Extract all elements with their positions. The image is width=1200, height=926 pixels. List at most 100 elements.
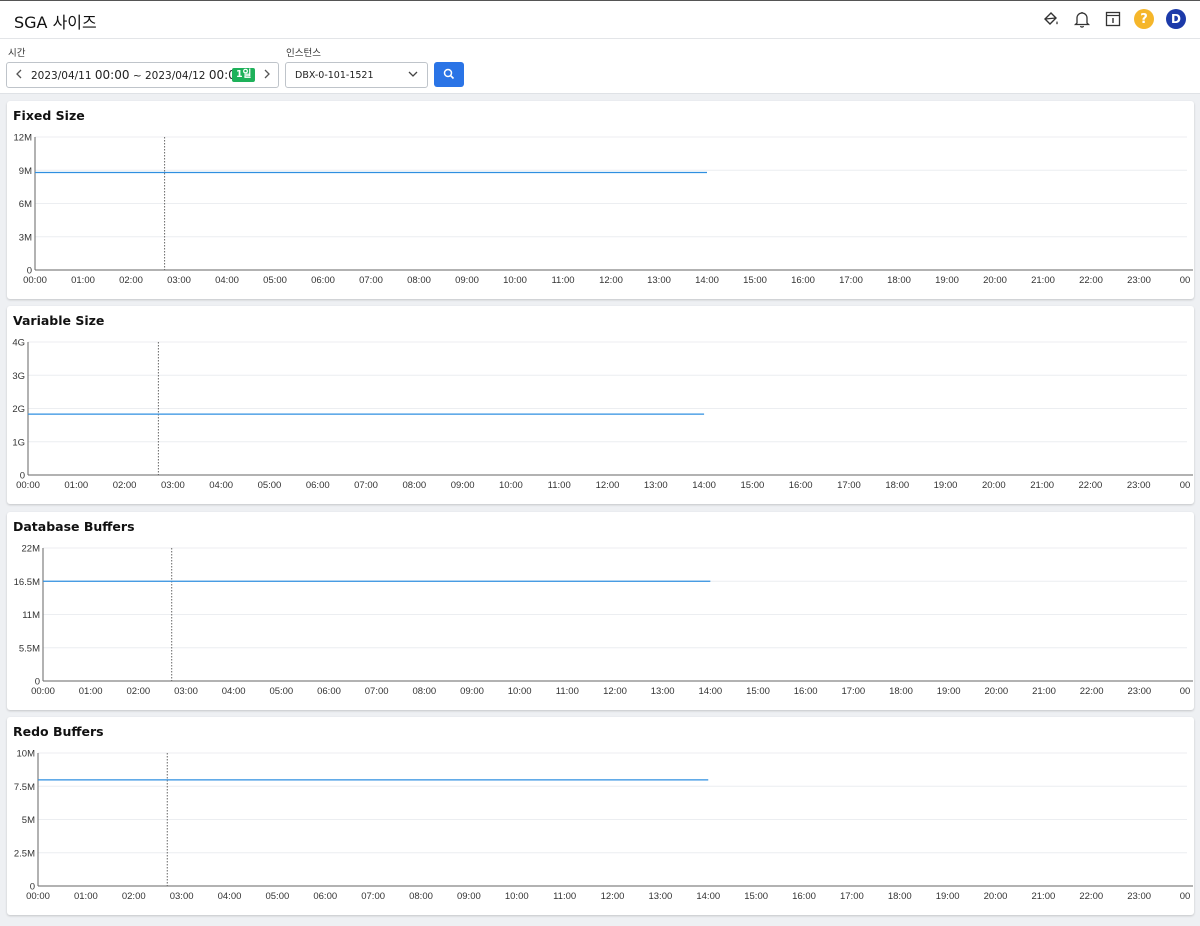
help-icon[interactable]: ? bbox=[1134, 9, 1154, 29]
x-tick-label: 18:00 bbox=[889, 686, 913, 697]
x-tick-label: 19:00 bbox=[934, 480, 958, 491]
instance-value: DBX-0-101-1521 bbox=[295, 70, 374, 81]
x-tick-label: 07:00 bbox=[365, 686, 389, 697]
x-tick-label: 00:00 bbox=[23, 275, 47, 286]
x-tick-label: 10:00 bbox=[499, 480, 523, 491]
y-tick-label: 3G bbox=[12, 371, 25, 382]
y-tick-label: 11M bbox=[22, 610, 40, 621]
x-tick-label: 16:00 bbox=[791, 275, 815, 286]
end-date: 2023/04/12 bbox=[144, 70, 206, 82]
next-range-icon[interactable] bbox=[263, 67, 271, 84]
x-tick-label: 14:00 bbox=[698, 686, 722, 697]
instance-label: 인스턴스 bbox=[286, 48, 321, 59]
x-tick-label: 09:00 bbox=[457, 891, 481, 902]
x-tick-label: 20:00 bbox=[983, 275, 1007, 286]
x-tick-label: 19:00 bbox=[936, 891, 960, 902]
x-tick-label: 16:00 bbox=[794, 686, 818, 697]
x-tick-label: 21:00 bbox=[1032, 686, 1056, 697]
chart-panel-fixed-size: Fixed Size 0 3M 6M 9M 12M 00:00 01:00 02:00 03:0… bbox=[7, 101, 1194, 299]
x-tick-label: 12:00 bbox=[599, 275, 623, 286]
x-tick-label: 11:00 bbox=[551, 275, 574, 286]
x-tick-label: 08:00 bbox=[407, 275, 431, 286]
x-tick-label: 08:00 bbox=[409, 891, 433, 902]
x-tick-label: 23:00 bbox=[1127, 686, 1151, 697]
x-tick-label: 13:00 bbox=[651, 686, 675, 697]
page-header: SGA 사이즈 ? D bbox=[0, 0, 1200, 39]
y-tick-label: 5M bbox=[22, 815, 35, 826]
filter-bar: 시간 2023/04/11 00:00 ~ 2023/04/12 00:00 1… bbox=[0, 39, 1200, 94]
x-tick-label: 01:00 bbox=[71, 275, 95, 286]
start-time[interactable]: 00:00 bbox=[95, 68, 130, 82]
info-box-icon[interactable] bbox=[1103, 9, 1123, 29]
x-tick-label: 03:00 bbox=[170, 891, 194, 902]
x-tick-label: 21:00 bbox=[1031, 891, 1055, 902]
x-tick-label: 11:00 bbox=[548, 480, 571, 491]
x-tick-label: 02:00 bbox=[113, 480, 137, 491]
x-tick-label: 10:00 bbox=[505, 891, 529, 902]
chevron-down-icon bbox=[407, 68, 419, 83]
x-tick-label: 00:00 bbox=[26, 891, 50, 902]
avatar[interactable]: D bbox=[1166, 9, 1186, 29]
y-tick-label: 22M bbox=[22, 544, 41, 555]
x-tick-label: 06:00 bbox=[313, 891, 337, 902]
x-tick-label: 15:00 bbox=[744, 891, 768, 902]
x-tick-label: 00 bbox=[1180, 480, 1191, 491]
bell-icon[interactable] bbox=[1072, 9, 1092, 29]
x-tick-label: 22:00 bbox=[1079, 480, 1103, 491]
x-tick-label: 17:00 bbox=[840, 891, 864, 902]
x-tick-label: 06:00 bbox=[306, 480, 330, 491]
x-tick-label: 05:00 bbox=[263, 275, 287, 286]
x-tick-label: 12:00 bbox=[596, 480, 620, 491]
chart-panel-variable-size: Variable Size 0 1G 2G 3G 4G 00:00 01:00 02:00 03… bbox=[7, 306, 1194, 504]
x-tick-label: 23:00 bbox=[1127, 275, 1151, 286]
x-tick-label: 04:00 bbox=[209, 480, 233, 491]
time-range-picker[interactable]: 2023/04/11 00:00 ~ 2023/04/12 00:00 1일 bbox=[6, 62, 279, 88]
x-tick-label: 15:00 bbox=[740, 480, 764, 491]
y-tick-label: 5.5M bbox=[19, 643, 40, 654]
search-button[interactable] bbox=[434, 62, 464, 87]
x-tick-label: 23:00 bbox=[1127, 480, 1151, 491]
x-tick-label: 20:00 bbox=[984, 891, 1008, 902]
chart-panel-redo-buffers: Redo Buffers 0 2.5M 5M 7.5M 10M 00:00 01:00 02:… bbox=[7, 717, 1194, 915]
search-icon bbox=[443, 65, 455, 84]
instance-select[interactable]: DBX-0-101-1521 bbox=[285, 62, 428, 88]
y-tick-label: 4G bbox=[12, 338, 25, 349]
paint-bucket-icon[interactable] bbox=[1041, 9, 1061, 29]
x-tick-label: 14:00 bbox=[692, 480, 716, 491]
x-tick-label: 12:00 bbox=[601, 891, 625, 902]
time-range-text: 2023/04/11 00:00 ~ 2023/04/12 00:00 bbox=[31, 68, 243, 82]
x-tick-label: 06:00 bbox=[311, 275, 335, 286]
range-badge: 1일 bbox=[232, 68, 256, 82]
x-tick-label: 21:00 bbox=[1031, 275, 1055, 286]
x-tick-label: 03:00 bbox=[174, 686, 198, 697]
x-tick-label: 03:00 bbox=[167, 275, 191, 286]
x-tick-label: 13:00 bbox=[647, 275, 671, 286]
x-tick-label: 07:00 bbox=[354, 480, 378, 491]
x-tick-label: 00 bbox=[1180, 275, 1191, 286]
x-tick-label: 15:00 bbox=[743, 275, 767, 286]
y-tick-label: 16.5M bbox=[14, 577, 40, 588]
x-tick-label: 09:00 bbox=[455, 275, 479, 286]
x-tick-label: 03:00 bbox=[161, 480, 185, 491]
x-tick-label: 10:00 bbox=[508, 686, 532, 697]
x-tick-label: 18:00 bbox=[885, 480, 909, 491]
x-tick-label: 22:00 bbox=[1079, 891, 1103, 902]
y-tick-label: 6M bbox=[19, 199, 32, 210]
chart-fixed-size: 03M6M9M12M00:00 01:00 02:00 03:00 04:00 05:00… bbox=[14, 133, 1193, 286]
x-tick-label: 11:00 bbox=[553, 891, 576, 902]
time-label: 시간 bbox=[8, 48, 26, 59]
x-tick-label: 00 bbox=[1180, 891, 1191, 902]
x-tick-label: 05:00 bbox=[269, 686, 293, 697]
header-toolbar: ? D bbox=[1041, 9, 1186, 29]
x-tick-label: 13:00 bbox=[648, 891, 672, 902]
x-tick-label: 01:00 bbox=[74, 891, 98, 902]
x-tick-label: 02:00 bbox=[122, 891, 146, 902]
prev-range-icon[interactable] bbox=[15, 67, 23, 84]
x-tick-label: 22:00 bbox=[1080, 686, 1104, 697]
x-tick-label: 05:00 bbox=[258, 480, 282, 491]
x-tick-label: 19:00 bbox=[935, 275, 959, 286]
page-title: SGA 사이즈 bbox=[14, 13, 97, 32]
y-tick-label: 2.5M bbox=[14, 848, 35, 859]
x-tick-label: 00:00 bbox=[16, 480, 40, 491]
start-date: 2023/04/11 bbox=[31, 70, 92, 82]
